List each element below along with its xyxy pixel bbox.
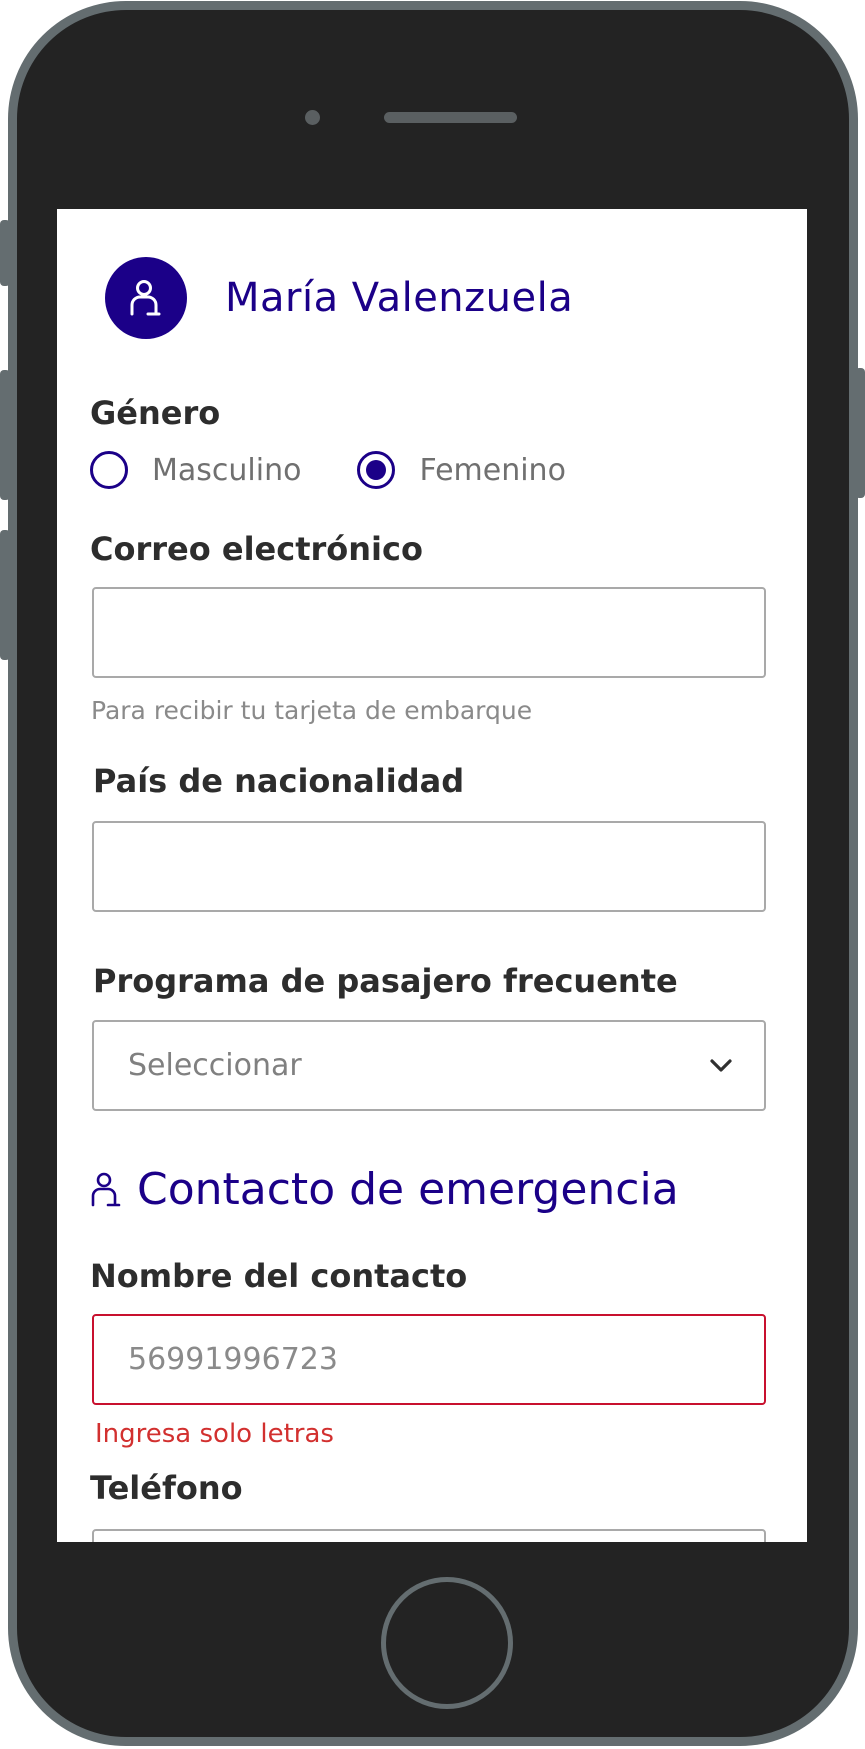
radio-button-unselected[interactable] bbox=[90, 451, 128, 489]
side-button-volume-up bbox=[0, 370, 10, 500]
power-button bbox=[855, 368, 865, 498]
app-screen: María Valenzuela Género Masculino Femeni… bbox=[57, 209, 807, 1542]
person-icon bbox=[130, 280, 161, 316]
side-button-top bbox=[0, 220, 10, 286]
speaker-icon bbox=[384, 112, 517, 123]
radio-button-selected[interactable] bbox=[357, 451, 396, 489]
passenger-header: María Valenzuela bbox=[105, 257, 573, 339]
radio-label-masculino: Masculino bbox=[152, 452, 302, 488]
phone-field[interactable] bbox=[92, 1529, 766, 1542]
gender-radio-group: Masculino Femenino bbox=[90, 451, 566, 489]
radio-femenino[interactable]: Femenino bbox=[357, 451, 566, 489]
contact-name-error: Ingresa solo letras bbox=[95, 1419, 334, 1449]
contact-name-field[interactable] bbox=[92, 1314, 766, 1405]
frequent-flyer-label: Programa de pasajero frecuente bbox=[93, 962, 678, 1000]
emergency-contact-heading: Contacto de emergencia bbox=[91, 1164, 679, 1215]
person-icon bbox=[91, 1172, 121, 1206]
contact-name-input[interactable] bbox=[94, 1316, 764, 1403]
frequent-flyer-selected: Seleccionar bbox=[128, 1048, 302, 1083]
gender-label: Género bbox=[90, 394, 221, 432]
frequent-flyer-select[interactable]: Seleccionar bbox=[92, 1020, 766, 1111]
section-title: Contacto de emergencia bbox=[137, 1164, 679, 1215]
email-hint: Para recibir tu tarjeta de embarque bbox=[91, 696, 533, 725]
chevron-down-icon[interactable] bbox=[708, 1052, 734, 1078]
camera-icon bbox=[305, 110, 320, 125]
radio-masculino[interactable]: Masculino bbox=[90, 451, 301, 489]
nationality-input[interactable] bbox=[94, 823, 764, 910]
home-button[interactable] bbox=[381, 1577, 513, 1709]
radio-selected-dot bbox=[366, 460, 387, 480]
contact-name-label: Nombre del contacto bbox=[90, 1257, 468, 1295]
email-label: Correo electrónico bbox=[90, 530, 423, 568]
nationality-label: País de nacionalidad bbox=[93, 762, 465, 800]
phone-label: Teléfono bbox=[90, 1469, 243, 1507]
side-button-volume-down bbox=[0, 530, 10, 660]
email-field[interactable] bbox=[92, 587, 766, 678]
passenger-name: María Valenzuela bbox=[225, 275, 574, 321]
email-input[interactable] bbox=[94, 589, 764, 676]
avatar bbox=[105, 257, 187, 339]
phone-input[interactable] bbox=[94, 1531, 764, 1542]
radio-label-femenino: Femenino bbox=[419, 452, 566, 488]
nationality-field[interactable] bbox=[92, 821, 766, 912]
